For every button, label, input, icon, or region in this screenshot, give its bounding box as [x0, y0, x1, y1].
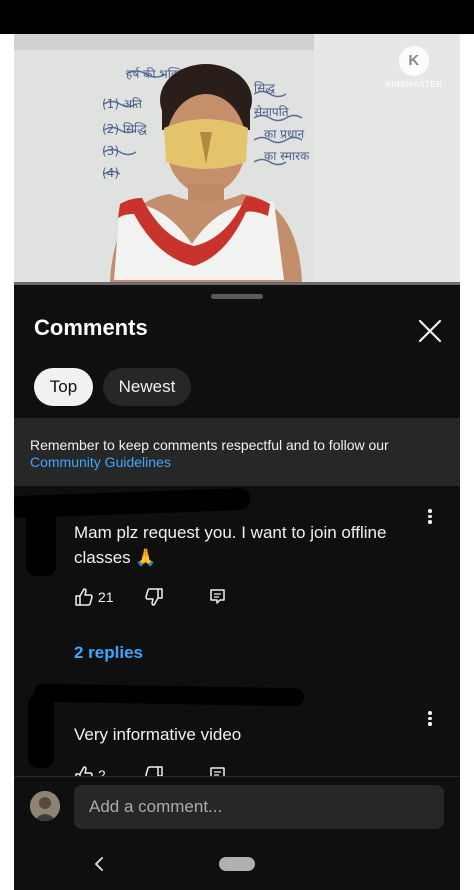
like-button[interactable] [74, 587, 94, 612]
kinemaster-logo-icon: K [399, 46, 429, 76]
reply-comment-icon [210, 767, 225, 776]
user-avatar [30, 791, 60, 821]
comment-menu-button[interactable] [424, 507, 436, 529]
kinemaster-watermark-text: KINEMASTER [385, 80, 443, 89]
like-count: 2 [98, 767, 106, 776]
board-text-2: (2) सिद्धि [102, 122, 147, 136]
chip-newest[interactable]: Newest [103, 368, 191, 406]
comment-text: Very informative video [74, 725, 242, 744]
redacted-avatar [28, 694, 54, 768]
dislike-button[interactable] [144, 765, 164, 776]
like-count: 21 [98, 589, 114, 605]
board-text-5: सिद्ध [254, 81, 275, 95]
nav-back-button[interactable] [88, 852, 112, 876]
redacted-avatar [26, 506, 56, 576]
community-guidelines-link[interactable]: Community Guidelines [30, 454, 171, 470]
reply-button[interactable] [208, 765, 228, 776]
close-icon [418, 319, 442, 343]
video-player[interactable]: हर्ष की भक्तिपरिचर (1) अति (2) सिद्धि (3… [14, 34, 460, 282]
board-text-4: (4) [102, 166, 119, 180]
drag-handle[interactable] [211, 294, 263, 299]
chip-top[interactable]: Top [34, 368, 93, 406]
reply-comment-icon [210, 589, 225, 604]
board-text-7: का प्रधान [264, 127, 304, 141]
reply-button[interactable] [208, 587, 228, 612]
like-button[interactable] [74, 765, 94, 776]
guidelines-notice-text: Remember to keep comments respectful and… [30, 437, 389, 453]
thumb-up-icon [75, 588, 93, 606]
thumb-up-icon [75, 766, 93, 776]
comment-text: Mam plz request you. I want to join offl… [74, 520, 386, 570]
dislike-button[interactable] [144, 587, 164, 612]
system-nav-bar [14, 836, 460, 890]
comment-actions: 2 [74, 765, 274, 776]
thumb-down-icon [145, 766, 163, 776]
board-text-1: (1) अति [102, 97, 143, 111]
board-text-8: का स्मारक [264, 149, 310, 163]
comments-title: Comments [34, 315, 148, 340]
status-bar [0, 0, 474, 34]
comment-text-line-2: classes 🙏 [74, 548, 157, 567]
board-text-6: सेनापति [254, 105, 290, 119]
nav-home-pill[interactable] [219, 857, 255, 871]
guidelines-notice: Remember to keep comments respectful and… [14, 418, 460, 486]
thumb-down-icon [145, 588, 163, 606]
comment-composer [14, 776, 460, 837]
add-comment-input[interactable] [74, 785, 444, 829]
more-vert-icon [428, 711, 432, 715]
screen-border-right [460, 34, 474, 890]
comment-menu-button[interactable] [424, 709, 436, 731]
redacted-author [33, 683, 305, 707]
chevron-left-icon [95, 857, 103, 871]
screen-border-left [0, 34, 14, 890]
kinemaster-watermark: K KINEMASTER [384, 46, 444, 89]
view-replies-button[interactable]: 2 replies [74, 643, 143, 663]
comments-sheet: Comments Top Newest Remember to keep com… [14, 285, 460, 890]
comment-list[interactable]: Mam plz request you. I want to join offl… [14, 486, 460, 776]
phone-screen: हर्ष की भक्तिपरिचर (1) अति (2) सिद्धि (3… [14, 34, 460, 890]
board-text-3: (3) [102, 144, 119, 158]
close-button[interactable] [414, 315, 446, 347]
more-vert-icon [428, 509, 432, 513]
comment-text-line-1: Mam plz request you. I want to join offl… [74, 523, 387, 542]
comment-actions: 21 [74, 587, 274, 609]
user-avatar-image [30, 791, 60, 821]
